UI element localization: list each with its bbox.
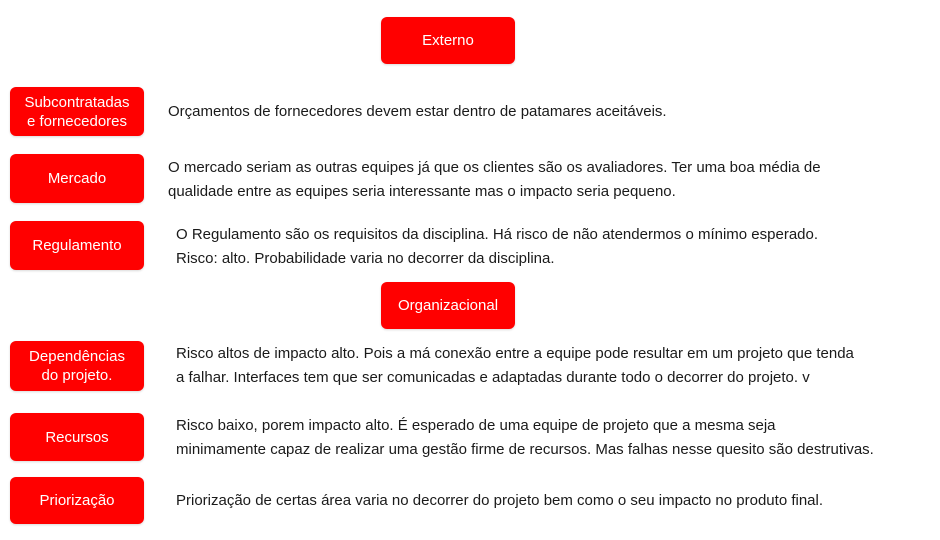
- desc-subcontratadas: Orçamentos de fornecedores devem estar d…: [168, 100, 928, 124]
- box-mercado-label: Mercado: [47, 170, 107, 187]
- section-organizacional: Organizacional: [381, 282, 515, 329]
- section-organizacional-label: Organizacional: [397, 297, 499, 314]
- desc-recursos-line-2: minimamente capaz de realizar uma gestão…: [176, 441, 874, 458]
- desc-regulamento: O Regulamento são os requisitos da disci…: [176, 223, 928, 271]
- desc-recursos: Risco baixo, porem impacto alto. É esper…: [176, 414, 928, 462]
- box-recursos: Recursos: [10, 413, 144, 461]
- box-dependencias: Dependências do projeto.: [10, 341, 144, 391]
- section-externo-label: Externo: [422, 32, 474, 49]
- box-priorizacao-label: Priorização: [39, 492, 115, 509]
- desc-dependencias: Risco altos de impacto alto. Pois a má c…: [176, 342, 928, 390]
- desc-regulamento-line-1: O Regulamento são os requisitos da disci…: [176, 226, 819, 243]
- box-mercado: Mercado: [10, 154, 144, 203]
- box-priorizacao: Priorização: [10, 477, 144, 524]
- desc-mercado-line-1: O mercado seriam as outras equipes já qu…: [168, 159, 821, 176]
- desc-dependencias-line-1: Risco altos de impacto alto. Pois a má c…: [176, 345, 854, 362]
- desc-mercado-line-2: qualidade entre as equipes seria interes…: [168, 183, 676, 200]
- box-recursos-label: Recursos: [45, 428, 109, 446]
- box-subcontratadas: Subcontratadas e fornecedores: [10, 87, 144, 136]
- desc-priorizacao-line-1: Priorização de certas área varia no deco…: [176, 492, 824, 509]
- desc-mercado: O mercado seriam as outras equipes já qu…: [168, 156, 928, 204]
- desc-dependencias-line-2: a falhar. Interfaces tem que ser comunic…: [176, 369, 810, 386]
- desc-subcontratadas-line-1: Orçamentos de fornecedores devem estar d…: [168, 103, 667, 120]
- section-externo: Externo: [381, 17, 515, 64]
- box-regulamento: Regulamento: [10, 221, 144, 270]
- box-dependencias-label: Dependências do projeto.: [29, 348, 125, 384]
- desc-regulamento-line-2: Risco: alto. Probabilidade varia no deco…: [176, 250, 555, 267]
- desc-priorizacao: Priorização de certas área varia no deco…: [176, 489, 928, 513]
- box-subcontratadas-label: Subcontratadas e fornecedores: [24, 93, 130, 130]
- box-regulamento-label: Regulamento: [32, 237, 122, 254]
- desc-recursos-line-1: Risco baixo, porem impacto alto. É esper…: [176, 417, 776, 434]
